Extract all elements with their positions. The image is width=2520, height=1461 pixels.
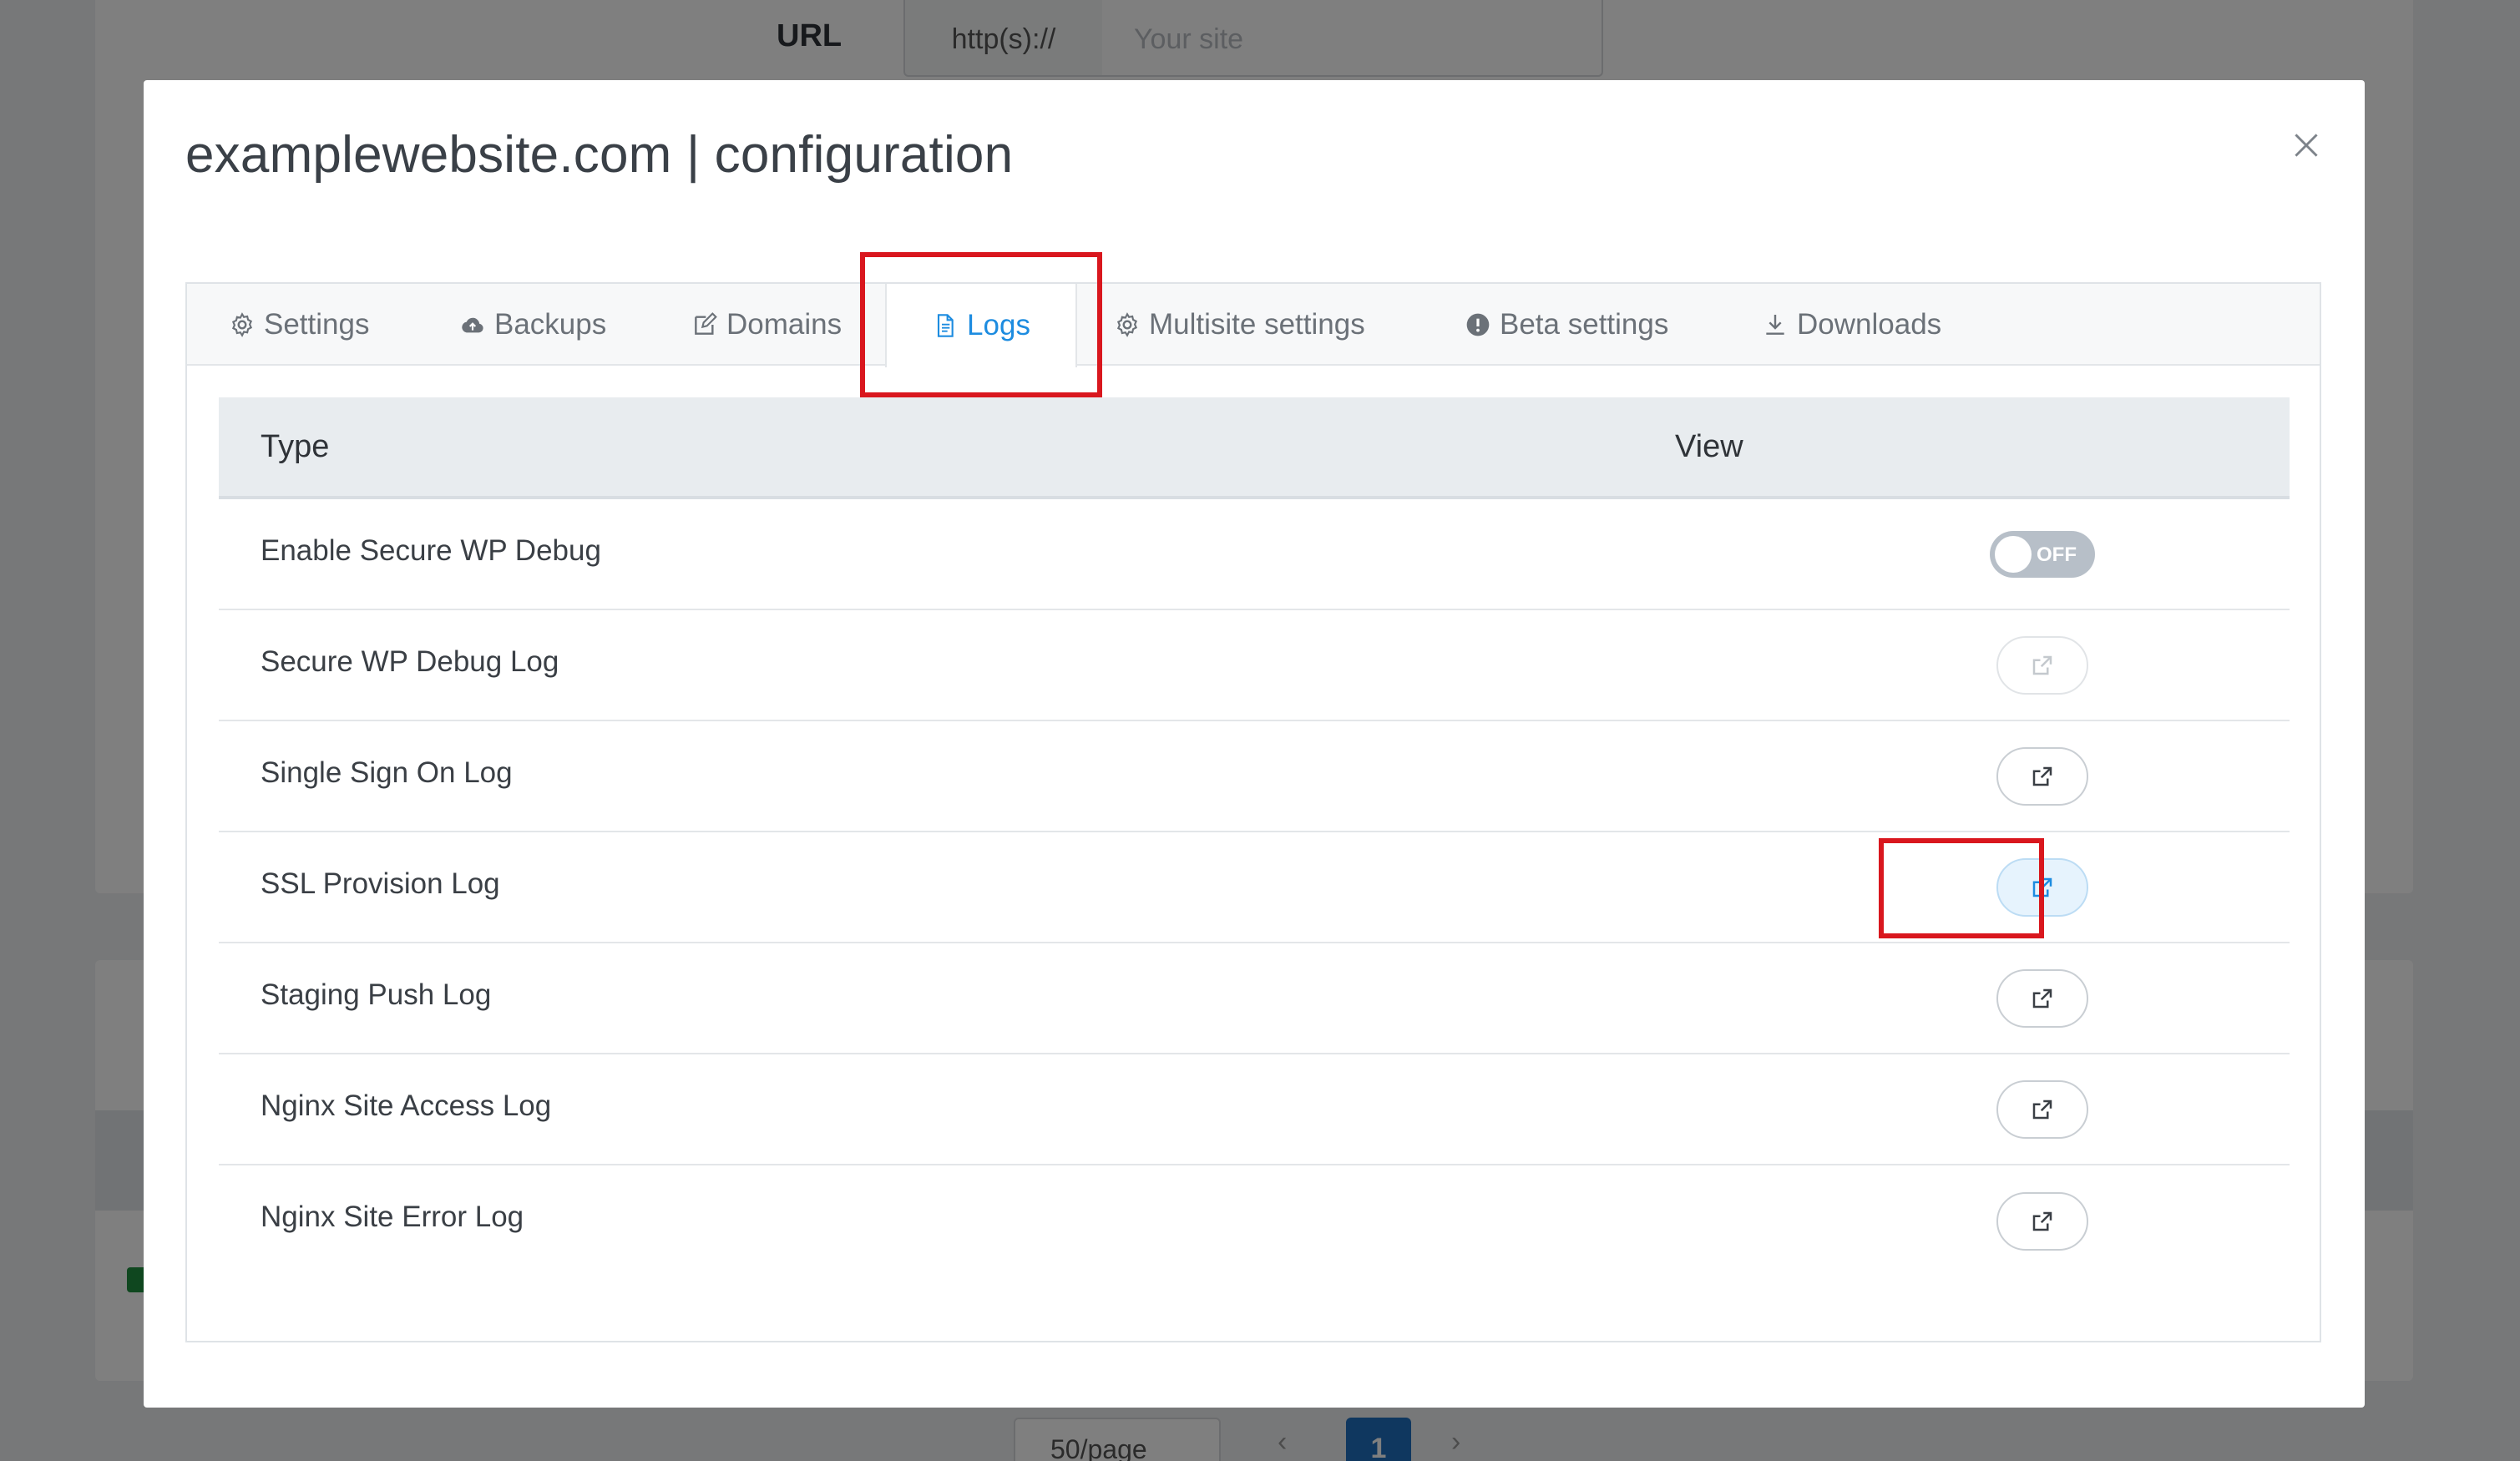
row-label: Nginx Site Access Log bbox=[261, 1089, 552, 1122]
external-link-icon bbox=[2032, 1100, 2052, 1119]
external-link-icon bbox=[2032, 877, 2052, 897]
table-row: Secure WP Debug Log bbox=[219, 610, 2290, 721]
row-label: Secure WP Debug Log bbox=[261, 645, 559, 678]
toggle-knob bbox=[1995, 535, 2032, 573]
view-log-button[interactable] bbox=[1996, 857, 2088, 917]
view-cell bbox=[1909, 1165, 2176, 1276]
exclamation-circle-icon bbox=[1466, 313, 1490, 336]
table-row: Enable Secure WP Debug OFF bbox=[219, 499, 2290, 610]
view-cell: OFF bbox=[1909, 499, 2176, 609]
tab-bar: Settings Backups Domains Logs Multisite … bbox=[187, 284, 2320, 367]
tab-domains[interactable]: Domains bbox=[691, 284, 842, 366]
external-link-icon bbox=[2032, 766, 2052, 786]
view-log-button[interactable] bbox=[1996, 968, 2088, 1028]
table-row: Staging Push Log bbox=[219, 943, 2290, 1054]
row-label: Enable Secure WP Debug bbox=[261, 534, 601, 567]
view-log-button[interactable] bbox=[1996, 746, 2088, 806]
gear-icon bbox=[231, 312, 253, 337]
tabs-panel: Settings Backups Domains Logs Multisite … bbox=[185, 282, 2321, 1342]
view-cell bbox=[1909, 1054, 2176, 1164]
configuration-modal: examplewebsite.com | configuration Setti… bbox=[144, 80, 2365, 1408]
cloud-icon bbox=[462, 317, 483, 333]
external-link-icon bbox=[2032, 1211, 2052, 1231]
tab-backups[interactable]: Backups bbox=[459, 284, 606, 366]
debug-toggle[interactable]: OFF bbox=[1990, 530, 2095, 578]
tab-label: Domains bbox=[726, 308, 843, 341]
table-row: Nginx Site Error Log bbox=[219, 1165, 2290, 1276]
tab-downloads[interactable]: Downloads bbox=[1762, 284, 1941, 366]
tab-multisite-settings[interactable]: Multisite settings bbox=[1114, 284, 1365, 366]
close-icon[interactable] bbox=[2291, 130, 2321, 160]
edit-icon bbox=[695, 312, 717, 335]
tab-label: Settings bbox=[264, 308, 370, 341]
table-row: Nginx Site Access Log bbox=[219, 1054, 2290, 1165]
logs-table: Type View Enable Secure WP Debug OFF Sec… bbox=[219, 397, 2290, 1276]
table-header: Type View bbox=[219, 397, 2290, 499]
column-header-view: View bbox=[1675, 429, 1743, 464]
external-link-icon bbox=[2032, 655, 2052, 675]
column-header-type: Type bbox=[261, 429, 330, 464]
row-label: SSL Provision Log bbox=[261, 867, 500, 900]
modal-title: examplewebsite.com | configuration bbox=[185, 126, 1014, 184]
view-cell bbox=[1909, 832, 2176, 942]
tab-label: Multisite settings bbox=[1149, 308, 1365, 341]
table-row: SSL Provision Log bbox=[219, 832, 2290, 943]
row-label: Single Sign On Log bbox=[261, 756, 513, 789]
view-cell bbox=[1909, 943, 2176, 1053]
gear-icon bbox=[1116, 312, 1138, 337]
tab-label: Logs bbox=[967, 309, 1030, 341]
view-log-button[interactable] bbox=[1996, 1079, 2088, 1139]
toggle-state: OFF bbox=[2037, 543, 2077, 566]
tab-label: Beta settings bbox=[1500, 308, 1669, 341]
view-cell bbox=[1909, 721, 2176, 831]
download-icon bbox=[1766, 315, 1784, 335]
external-link-icon bbox=[2032, 988, 2052, 1008]
row-label: Nginx Site Error Log bbox=[261, 1201, 524, 1233]
document-icon bbox=[937, 314, 954, 337]
tab-logs[interactable]: Logs bbox=[885, 284, 1077, 367]
tab-beta-settings[interactable]: Beta settings bbox=[1465, 284, 1668, 366]
tab-label: Backups bbox=[494, 308, 607, 341]
tab-label: Downloads bbox=[1797, 308, 1942, 341]
view-log-button[interactable] bbox=[1996, 1191, 2088, 1251]
row-label: Staging Push Log bbox=[261, 978, 492, 1011]
view-log-button[interactable] bbox=[1996, 635, 2088, 695]
tab-settings[interactable]: Settings bbox=[229, 284, 369, 366]
table-row: Single Sign On Log bbox=[219, 721, 2290, 832]
view-cell bbox=[1909, 610, 2176, 720]
